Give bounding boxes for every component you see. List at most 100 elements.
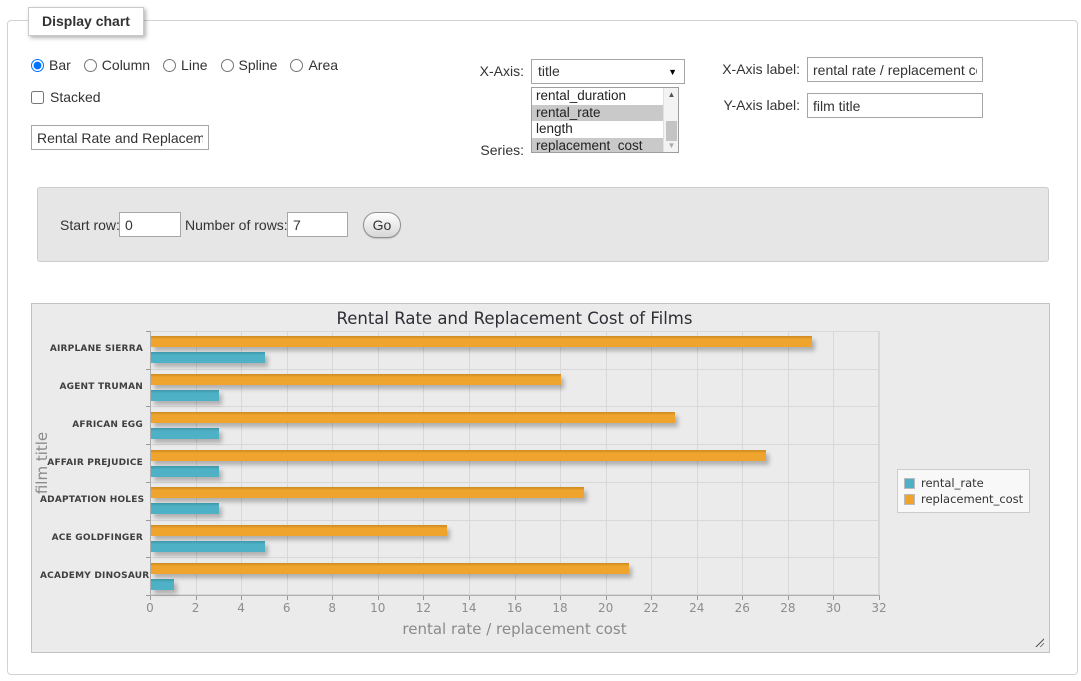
gridline-vertical [423,331,424,595]
x-axis-tick [287,596,288,600]
gridline-horizontal [150,520,879,521]
y-axis-tick [146,557,150,558]
display-chart-fieldset: Display chart BarColumnLineSplineArea St… [7,20,1078,675]
chart-type-radio-column[interactable] [84,59,97,72]
y-axis-tick [146,369,150,370]
bar-rental-rate [151,390,219,401]
x-axis-selected-value: title [538,63,560,79]
x-axis-tick-label: 16 [500,601,530,615]
series-option-replacement-cost[interactable]: replacement_cost [532,138,664,154]
gridline-vertical [560,331,561,595]
x-axis-tick [150,596,151,600]
legend-swatch-rental-rate [904,478,915,489]
scrollbar-thumb[interactable] [666,121,677,141]
y-axis-category-label: AFFAIR PREJUDICE [40,458,143,468]
y-axis-line [150,331,151,595]
chart-type-radio-spline[interactable] [221,59,234,72]
gridline-vertical [469,331,470,595]
y-axis-category-label: AIRPLANE SIERRA [40,344,143,354]
bar-replacement-cost [151,336,812,347]
legend-swatch-replacement-cost [904,494,915,505]
chart-type-radio-bar[interactable] [31,59,44,72]
y-axis-label-label: Y-Axis label: [628,93,800,118]
number-of-rows-label: Number of rows: [185,212,288,238]
chart-type-label-bar: Bar [49,57,71,73]
chart-type-option-spline: Spline [221,57,278,73]
y-axis-label-input[interactable] [807,93,983,118]
chart-title-input[interactable] [31,125,209,150]
legend-label-replacement-cost: replacement_cost [921,492,1023,506]
chart-type-option-bar: Bar [31,57,71,73]
y-axis-category-label: ACADEMY DINOSAUR [40,571,143,581]
chart-type-option-line: Line [163,57,207,73]
x-axis-label-input[interactable] [807,57,983,82]
chart-title: Rental Rate and Replacement Cost of Film… [150,309,879,328]
y-axis-tick [146,595,150,596]
bar-rental-rate [151,579,174,590]
x-axis-tick-label: 0 [135,601,165,615]
resize-grip-icon[interactable] [1034,637,1044,647]
x-axis-tick-label: 28 [773,601,803,615]
start-row-input[interactable] [119,212,181,237]
x-axis-tick [469,596,470,600]
gridline-vertical [697,331,698,595]
x-axis-tick [788,596,789,600]
x-axis-tick [742,596,743,600]
x-axis-tick [423,596,424,600]
x-axis-tick-label: 8 [317,601,347,615]
x-axis-tick [651,596,652,600]
y-axis-category-label: AGENT TRUMAN [40,382,143,392]
stacked-checkbox[interactable] [31,91,44,104]
x-axis-tick-label: 26 [727,601,757,615]
gridline-vertical [287,331,288,595]
gridline-vertical [196,331,197,595]
bar-rental-rate [151,352,265,363]
go-button[interactable]: Go [363,212,401,238]
x-axis-tick [879,596,880,600]
fieldset-legend: Display chart [28,7,144,36]
stacked-label: Stacked [50,89,101,105]
chart-type-radio-area[interactable] [290,59,303,72]
gridline-horizontal [150,444,879,445]
chart-type-option-area: Area [290,57,338,73]
chart-type-radio-group: Bar Column Line Spline Area [31,57,351,73]
gridline-horizontal [150,369,879,370]
scroll-down-icon[interactable]: ▼ [664,139,679,152]
series-option-length[interactable]: length [532,121,664,138]
y-axis-category-label: ADAPTATION HOLES [40,495,143,505]
chart-legend: rental_rate replacement_cost [897,469,1030,513]
y-axis-tick [146,331,150,332]
gridline-horizontal [150,557,879,558]
legend-item-replacement-cost: replacement_cost [904,492,1023,506]
chart-type-option-column: Column [84,57,150,73]
y-axis-tick [146,444,150,445]
chart-x-axis-title: rental rate / replacement cost [150,620,879,638]
chart-type-radio-line[interactable] [163,59,176,72]
x-axis-tick-label: 14 [454,601,484,615]
x-axis-tick-label: 24 [682,601,712,615]
bar-replacement-cost [151,487,584,498]
bar-rental-rate [151,466,219,477]
gridline-vertical [651,331,652,595]
x-axis-tick-label: 30 [818,601,848,615]
gridline-vertical [378,331,379,595]
x-axis-tick [332,596,333,600]
legend-label-rental-rate: rental_rate [921,476,984,490]
gridline-vertical [879,331,880,595]
number-of-rows-input[interactable] [287,212,348,237]
bar-replacement-cost [151,450,766,461]
y-axis-tick [146,482,150,483]
x-axis-tick-label: 18 [545,601,575,615]
x-axis-tick [697,596,698,600]
bar-replacement-cost [151,412,675,423]
bar-rental-rate [151,541,265,552]
x-axis-tick [560,596,561,600]
gridline-vertical [833,331,834,595]
bar-rental-rate [151,428,219,439]
x-axis-tick-label: 4 [226,601,256,615]
chart-type-label-area: Area [308,57,338,73]
gridline-vertical [332,331,333,595]
x-axis-tick-label: 32 [864,601,894,615]
chart-type-label-line: Line [181,57,207,73]
series-select-label: Series: [404,141,524,159]
